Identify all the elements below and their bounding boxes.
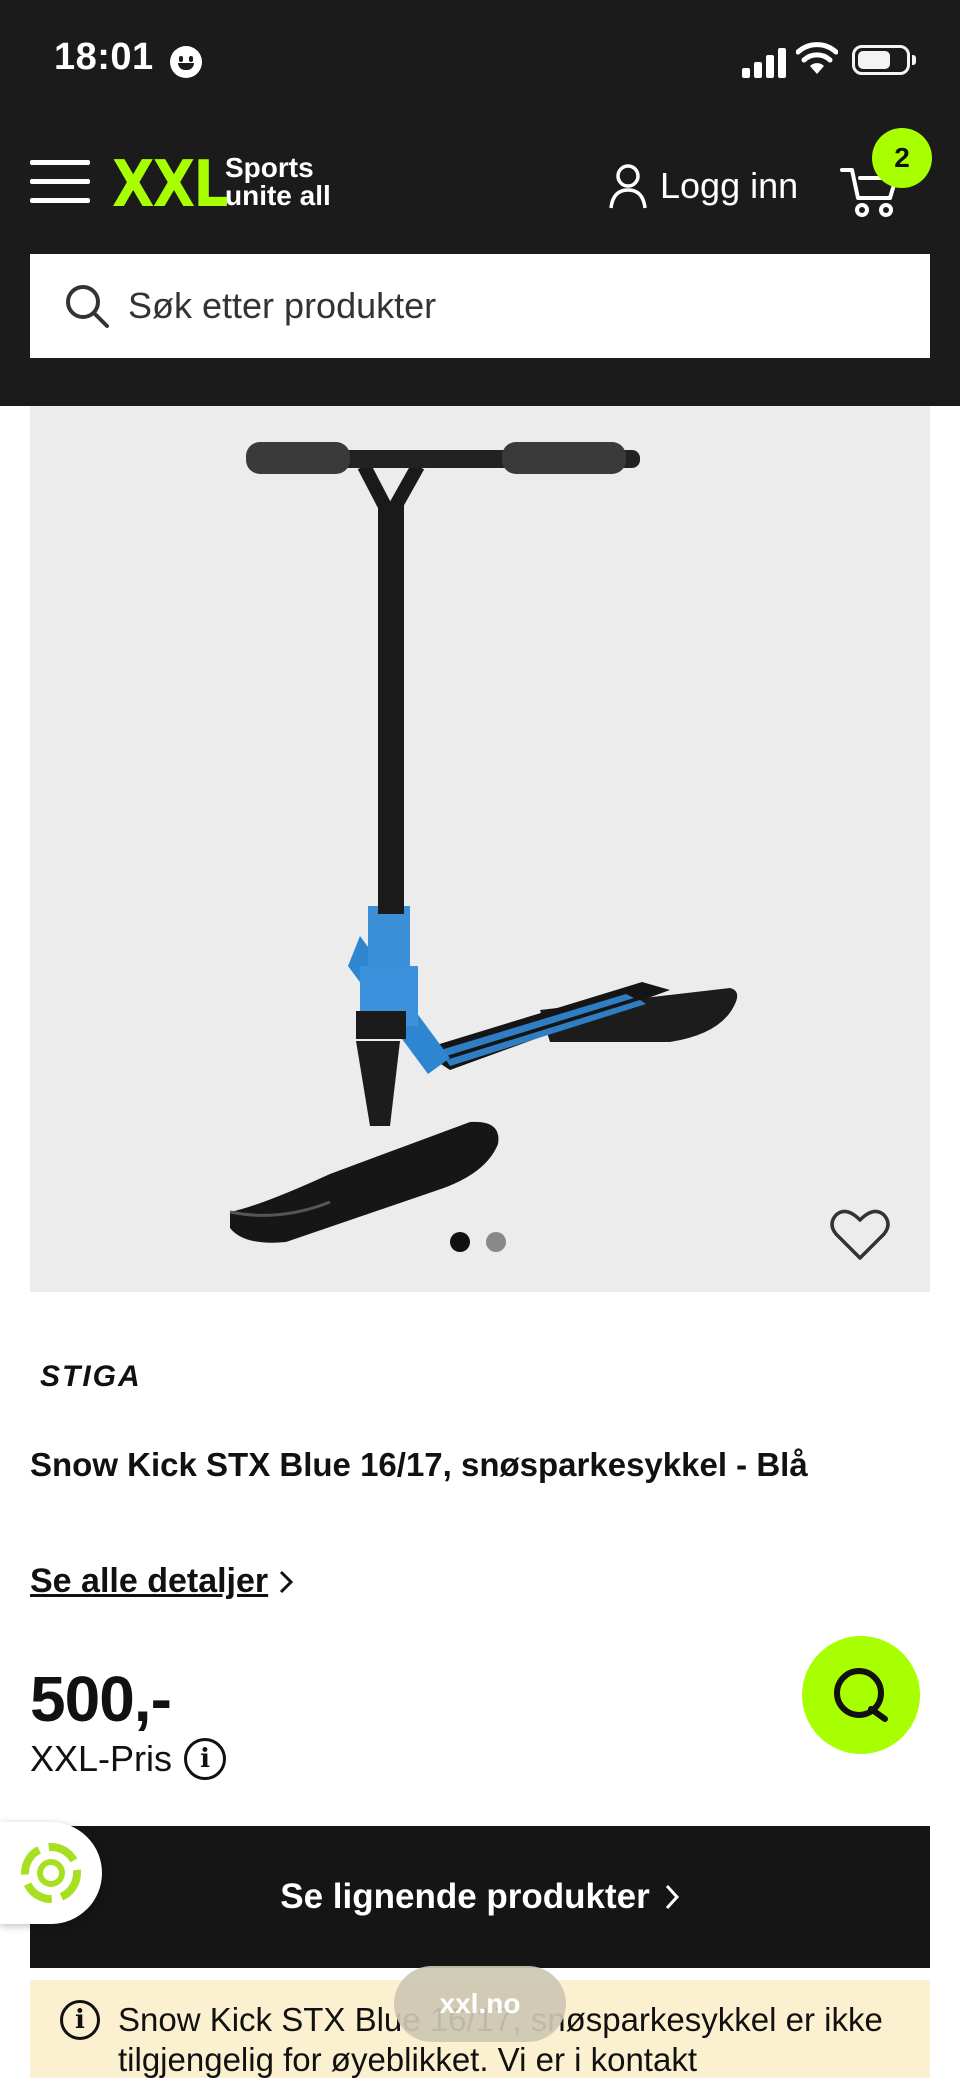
browser-url-pill[interactable]: xxl.no bbox=[394, 1966, 566, 2042]
menu-icon[interactable] bbox=[30, 160, 90, 204]
see-all-details-link[interactable]: Se alle detaljer bbox=[30, 1562, 294, 1601]
site-header: XXL Sports unite all Logg inn 2 Søk ette… bbox=[0, 120, 960, 406]
product-title: Snow Kick STX Blue 16/17, snøsparkesykke… bbox=[30, 1446, 808, 1483]
price-label: XXL-Pris i bbox=[30, 1738, 227, 1780]
cart-count-badge[interactable]: 2 bbox=[872, 128, 932, 188]
wifi-icon bbox=[796, 42, 838, 74]
price-label-text: XXL-Pris bbox=[30, 1738, 173, 1779]
smiley-icon bbox=[170, 46, 202, 78]
cta-label: Se lignende produkter bbox=[280, 1877, 650, 1916]
logo-tagline: Sports unite all bbox=[225, 154, 331, 210]
login-label: Logg inn bbox=[660, 165, 799, 206]
status-time: 18:01 bbox=[54, 36, 154, 78]
search-placeholder: Søk etter produkter bbox=[128, 285, 437, 326]
cellular-signal-icon bbox=[742, 46, 788, 78]
details-link-label: Se alle detaljer bbox=[30, 1562, 269, 1600]
chevron-right-icon bbox=[280, 1570, 294, 1593]
chat-button[interactable] bbox=[802, 1636, 920, 1754]
info-icon: i bbox=[60, 2000, 100, 2040]
brand-logo[interactable]: STIGA bbox=[40, 1360, 142, 1394]
chat-icon bbox=[834, 1668, 888, 1722]
gallery-pagination bbox=[450, 1232, 506, 1252]
logo-tagline-line1: Sports bbox=[225, 152, 314, 183]
xxl-logo[interactable]: XXL bbox=[112, 148, 229, 222]
search-icon bbox=[66, 285, 109, 328]
sustainability-badge[interactable] bbox=[0, 1822, 102, 1924]
user-icon bbox=[609, 164, 647, 209]
snow-scooter-image bbox=[229, 442, 738, 1243]
info-icon[interactable]: i bbox=[184, 1738, 227, 1780]
heart-outline-icon[interactable] bbox=[830, 1206, 890, 1262]
see-similar-products-button[interactable]: Se lignende produkter bbox=[30, 1826, 930, 1968]
search-input[interactable]: Søk etter produkter bbox=[30, 254, 930, 358]
product-price: 500,- bbox=[30, 1663, 172, 1735]
recycle-icon bbox=[21, 1843, 81, 1903]
battery-icon bbox=[852, 45, 916, 75]
product-image-gallery[interactable] bbox=[30, 406, 930, 1292]
status-bar: 18:01 bbox=[0, 0, 960, 120]
login-button[interactable]: Logg inn bbox=[608, 158, 798, 214]
gallery-dot[interactable] bbox=[486, 1232, 506, 1252]
logo-tagline-line2: unite all bbox=[225, 180, 331, 211]
chevron-right-icon bbox=[665, 1884, 679, 1910]
gallery-dot[interactable] bbox=[450, 1232, 470, 1252]
